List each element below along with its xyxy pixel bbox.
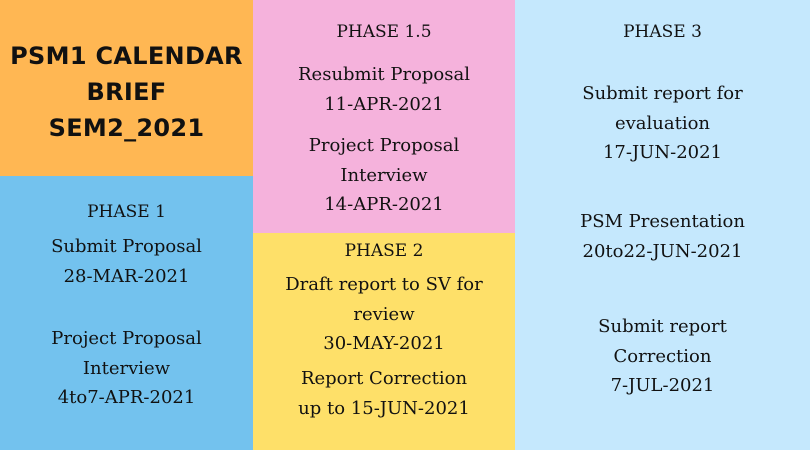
phase-3-item-submit-report: Submit report for evaluation 17-JUN-2021	[582, 83, 743, 163]
phase-1-5-panel: PHASE 1.5 Resubmit Proposal 11-APR-2021 …	[253, 0, 515, 233]
phase-1-5-item-proposal-interview: Project Proposal Interview 14-APR-2021	[308, 135, 460, 215]
phase-3-item-psm-presentation: PSM Presentation 20to22-JUN-2021	[580, 211, 745, 262]
phase-1-5-heading: PHASE 1.5	[336, 22, 432, 42]
phase-2-item-draft-report: Draft report to SV for review 30-MAY-202…	[285, 274, 483, 354]
phase-1-item-proposal-interview: Project Proposal Interview 4to7-APR-2021	[51, 328, 202, 408]
phase-3-item-submit-correction: Submit report Correction 7-JUL-2021	[598, 316, 727, 396]
phase-1-5-item-resubmit-proposal: Resubmit Proposal 11-APR-2021	[298, 64, 470, 115]
title-panel: PSM1 CALENDAR BRIEF SEM2_2021	[0, 0, 253, 176]
phase-3-panel: PHASE 3 Submit report for evaluation 17-…	[515, 0, 810, 450]
phase-3-heading: PHASE 3	[623, 22, 702, 42]
phase-1-heading: PHASE 1	[87, 202, 166, 222]
phase-2-panel: PHASE 2 Draft report to SV for review 30…	[253, 233, 515, 450]
phase-2-heading: PHASE 2	[344, 241, 424, 261]
phase-1-item-submit-proposal: Submit Proposal 28-MAR-2021	[51, 236, 202, 287]
calendar-title: PSM1 CALENDAR BRIEF SEM2_2021	[10, 42, 243, 142]
phase-1-panel: PHASE 1 Submit Proposal 28-MAR-2021 Proj…	[0, 176, 253, 450]
phase-2-item-report-correction: Report Correction up to 15-JUN-2021	[298, 368, 470, 419]
